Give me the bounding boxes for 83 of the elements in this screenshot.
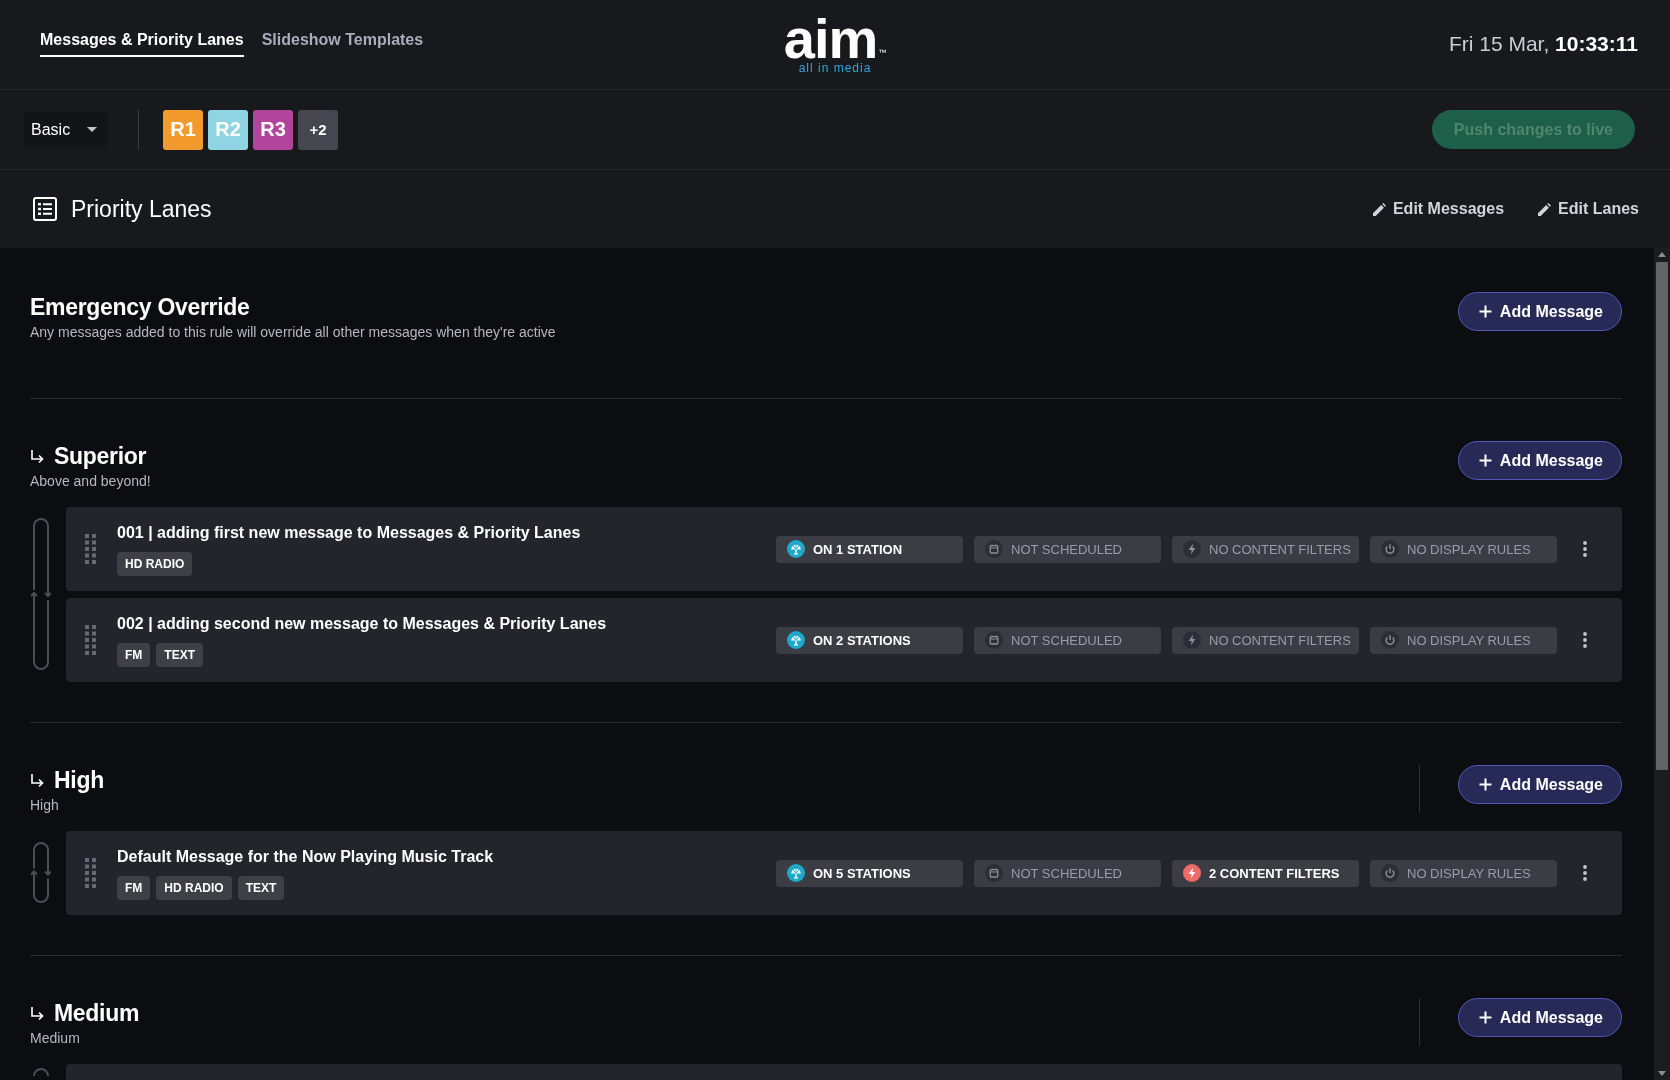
status-chip[interactable]: ON 1 STATION [776, 535, 963, 563]
drag-handle-icon[interactable] [85, 534, 96, 564]
page-title: Priority Lanes [71, 195, 212, 223]
channel-tag: FM [117, 642, 151, 667]
more-stations-badge[interactable]: +2 [298, 109, 338, 150]
status-chip[interactable]: NO DISPLAY RULES [1370, 535, 1557, 563]
power-icon [1381, 631, 1399, 649]
message-card[interactable]: 002 | adding second new message to Messages & Priority Lanes FM TEXT ON 2 STATIONS NOT SCHEDULED NO CONTENT FILTERS NO DISPLAY RULES [66, 598, 1622, 682]
edit-button[interactable]: Edit Lanes [1538, 200, 1639, 218]
status-chip[interactable]: NO CONTENT FILTERS [1172, 626, 1359, 654]
message-card[interactable]: Default Message for the Now Playing Music Track FM HD RADIO TEXT ON 5 STATIONS NOT SCHEDULED 2 CONTENT FILTERS NO DISPLAY RULES [66, 831, 1622, 915]
plus-icon [1478, 778, 1492, 791]
status-chip[interactable]: NO DISPLAY RULES [1370, 626, 1557, 654]
plus-icon [1478, 305, 1492, 318]
list-icon [33, 197, 57, 221]
power-icon [1381, 540, 1399, 558]
channel-tag: TEXT [237, 875, 285, 900]
pencil-icon [1372, 202, 1386, 216]
status-chip[interactable]: NOT SCHEDULED [974, 626, 1161, 654]
message-title: 001 | adding first new message to Messages & Priority Lanes [117, 522, 581, 543]
channel-tag: TEXT [156, 642, 203, 667]
lightning-icon [1183, 540, 1201, 558]
logo-wordmark: aim [783, 17, 878, 61]
edit-button[interactable]: Edit Messages [1372, 200, 1505, 218]
kebab-icon [1583, 632, 1587, 648]
drag-handle-icon[interactable] [85, 625, 96, 655]
lightning-icon [1183, 864, 1201, 882]
lane-description: Any messages added to this rule will override all other messages when they're active [30, 323, 556, 342]
kebab-icon [1583, 541, 1587, 557]
loop-arrows-icon [31, 516, 51, 672]
lane-description: Medium [30, 1029, 80, 1048]
corner-arrow-icon [30, 448, 44, 464]
status-chip[interactable]: NO DISPLAY RULES [1370, 859, 1557, 887]
kebab-icon [1583, 865, 1587, 881]
logo-tagline: all in media [798, 62, 872, 75]
channel-tag: HD RADIO [117, 551, 193, 576]
lane-description: High [30, 796, 59, 815]
add-message-button[interactable]: Add Message [1457, 441, 1622, 480]
lane-title: Emergency Override [30, 293, 250, 322]
message-card[interactable]: 001 | adding first new message to Messages & Priority Lanes HD RADIO ON 1 STATION NOT SCHEDULED NO CONTENT FILTERS NO DISPLAY RULES [66, 507, 1622, 591]
nav-tab[interactable]: Slideshow Templates [261, 30, 424, 57]
lane-title: Superior [54, 442, 147, 471]
scroll-up-icon[interactable] [1658, 252, 1666, 257]
plus-icon [1478, 1011, 1492, 1024]
add-message-button[interactable]: Add Message [1457, 998, 1622, 1037]
status-chip[interactable]: NO CONTENT FILTERS [1172, 535, 1359, 563]
calendar-icon [985, 864, 1003, 882]
status-chip[interactable]: NOT SCHEDULED [974, 535, 1161, 563]
antenna-icon [787, 540, 805, 558]
status-chip[interactable]: ON 5 STATIONS [776, 859, 963, 887]
drag-handle-icon[interactable] [85, 858, 96, 888]
antenna-icon [787, 864, 805, 882]
status-chip[interactable]: NOT SCHEDULED [974, 859, 1161, 887]
add-message-button[interactable]: Add Message [1457, 765, 1622, 804]
lane-description: Above and beyond! [30, 472, 151, 491]
station-badge[interactable]: R3 [253, 109, 293, 150]
calendar-icon [985, 540, 1003, 558]
scrollbar[interactable] [1654, 248, 1670, 1080]
scrollbar-thumb[interactable] [1656, 262, 1668, 770]
message-title: Default Message for the Now Playing Music Track [117, 846, 494, 867]
corner-arrow-icon [30, 1005, 44, 1021]
status-chip[interactable]: ON 2 STATIONS [776, 626, 963, 654]
power-icon [1381, 864, 1399, 882]
antenna-icon [787, 631, 805, 649]
plus-icon [1478, 454, 1492, 467]
add-message-button[interactable]: Add Message [1457, 292, 1622, 331]
trademark-symbol: ™ [878, 49, 887, 57]
view-select[interactable]: Basic [24, 112, 108, 147]
loop-arrows-icon [31, 840, 51, 905]
lane-title: Medium [54, 999, 140, 1028]
channel-tag: HD RADIO [156, 875, 232, 900]
caret-icon [87, 127, 97, 132]
lane-title: High [54, 766, 104, 795]
lightning-icon [1183, 631, 1201, 649]
channel-tag: FM [117, 875, 151, 900]
scroll-down-icon[interactable] [1658, 1071, 1666, 1076]
pencil-icon [1538, 202, 1552, 216]
date-time: Fri 15 Mar, 10:33:11 [1448, 31, 1638, 57]
corner-arrow-icon [30, 772, 44, 788]
calendar-icon [985, 631, 1003, 649]
status-chip[interactable]: 2 CONTENT FILTERS [1172, 859, 1359, 887]
nav-tab[interactable]: Messages & Priority Lanes [40, 30, 244, 57]
message-title: 002 | adding second new message to Messages & Priority Lanes [117, 613, 607, 634]
